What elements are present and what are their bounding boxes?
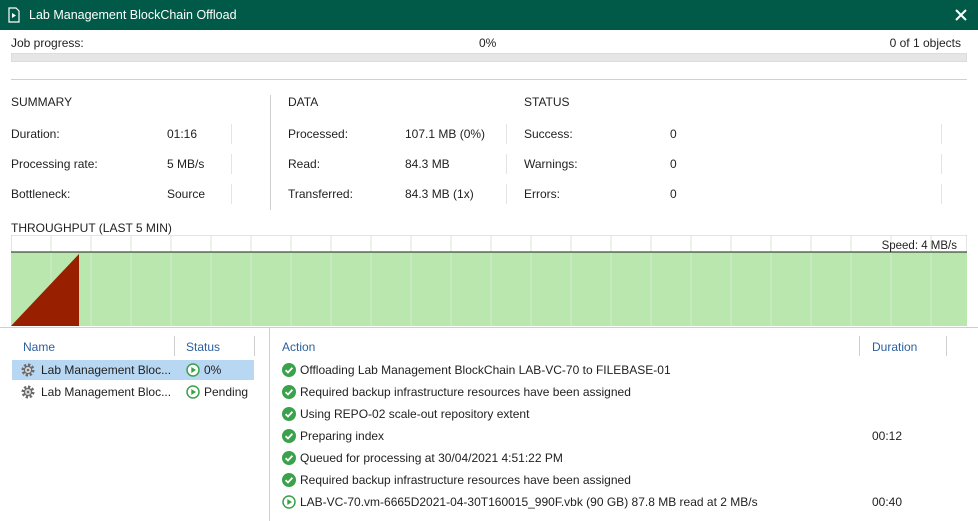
- running-play-icon: [282, 495, 296, 509]
- errors-value: 0: [670, 187, 677, 201]
- processed-value: 107.1 MB (0%): [405, 127, 486, 141]
- throughput-title: THROUGHPUT (LAST 5 MIN): [11, 221, 172, 235]
- section-divider: [270, 95, 271, 210]
- divider: [231, 154, 232, 174]
- column-divider[interactable]: [174, 336, 175, 356]
- action-text: Using REPO-02 scale-out repository exten…: [300, 407, 530, 421]
- divider: [231, 124, 232, 144]
- job-status: Pending: [204, 385, 249, 399]
- success-check-icon: [282, 451, 296, 465]
- action-text: LAB-VC-70.vm-6665D2021-04-30T160015_990F…: [300, 495, 758, 509]
- bottleneck-label: Bottleneck:: [11, 187, 71, 201]
- job-row[interactable]: Lab Management Bloc... 0%: [12, 360, 254, 380]
- name-column-header[interactable]: Name: [23, 340, 55, 354]
- bottleneck-value: Source: [167, 187, 206, 201]
- window-title: Lab Management BlockChain Offload: [29, 8, 237, 22]
- job-progress-label: Job progress:: [11, 36, 84, 50]
- action-row[interactable]: Offloading Lab Management BlockChain LAB…: [282, 361, 972, 381]
- processing-rate-value: 5 MB/s: [167, 157, 205, 171]
- summary-heading: SUMMARY: [11, 95, 73, 109]
- read-label: Read:: [288, 157, 321, 171]
- divider: [941, 184, 942, 204]
- success-check-icon: [282, 429, 296, 443]
- transferred-value: 84.3 MB (1x): [405, 187, 474, 201]
- action-duration: 00:12: [872, 429, 903, 443]
- duration-column-header[interactable]: Duration: [872, 340, 917, 354]
- processed-label: Processed:: [288, 127, 349, 141]
- action-duration: 00:40: [872, 495, 903, 509]
- read-value: 84.3 MB: [405, 157, 450, 171]
- warnings-label: Warnings:: [524, 157, 578, 171]
- pane-separator: [0, 327, 978, 328]
- job-progress-percent: 0%: [479, 36, 497, 50]
- duration-value: 01:16: [167, 127, 198, 141]
- success-value: 0: [670, 127, 677, 141]
- job-name: Lab Management Bloc...: [41, 385, 172, 399]
- transferred-label: Transferred:: [288, 187, 353, 201]
- job-progress-objects: 0 of 1 objects: [889, 36, 961, 50]
- errors-label: Errors:: [524, 187, 560, 201]
- divider: [506, 154, 507, 174]
- job-name: Lab Management Bloc...: [41, 363, 172, 377]
- close-icon[interactable]: [948, 2, 974, 28]
- action-column-header[interactable]: Action: [282, 340, 315, 354]
- speed-label: Speed: 4 MB/s: [882, 240, 958, 252]
- warnings-value: 0: [670, 157, 677, 171]
- action-text: Preparing index: [300, 429, 385, 443]
- divider: [231, 184, 232, 204]
- processing-rate-label: Processing rate:: [11, 157, 98, 171]
- divider: [506, 124, 507, 144]
- gear-icon: [21, 363, 35, 377]
- action-row[interactable]: Preparing index 00:12: [282, 427, 972, 447]
- data-heading: DATA: [288, 95, 319, 109]
- action-text: Queued for processing at 30/04/2021 4:51…: [300, 451, 563, 465]
- throughput-chart: Speed: 4 MB/s: [11, 235, 967, 326]
- divider: [941, 154, 942, 174]
- job-progress-row: Job progress: 0% 0 of 1 objects: [11, 36, 967, 52]
- status-column-header[interactable]: Status: [186, 340, 220, 354]
- running-play-icon: [186, 363, 200, 377]
- divider: [941, 124, 942, 144]
- document-app-icon: [8, 7, 20, 23]
- column-divider[interactable]: [859, 336, 860, 356]
- job-row[interactable]: Lab Management Bloc... Pending: [12, 382, 254, 402]
- pane-splitter[interactable]: [269, 328, 270, 521]
- success-check-icon: [282, 473, 296, 487]
- success-check-icon: [282, 407, 296, 421]
- divider: [506, 184, 507, 204]
- status-heading: STATUS: [524, 95, 570, 109]
- job-progress-bar: [11, 53, 967, 62]
- action-row[interactable]: Queued for processing at 30/04/2021 4:51…: [282, 449, 972, 469]
- success-check-icon: [282, 385, 296, 399]
- action-row[interactable]: Using REPO-02 scale-out repository exten…: [282, 405, 972, 425]
- duration-label: Duration:: [11, 127, 60, 141]
- success-check-icon: [282, 363, 296, 377]
- column-divider[interactable]: [946, 336, 947, 356]
- action-row[interactable]: LAB-VC-70.vm-6665D2021-04-30T160015_990F…: [282, 493, 972, 513]
- success-label: Success:: [524, 127, 573, 141]
- action-row[interactable]: Required backup infrastructure resources…: [282, 383, 972, 403]
- action-row[interactable]: Required backup infrastructure resources…: [282, 471, 972, 491]
- separator: [11, 79, 967, 80]
- action-text: Required backup infrastructure resources…: [300, 385, 631, 399]
- action-text: Required backup infrastructure resources…: [300, 473, 631, 487]
- column-divider[interactable]: [254, 336, 255, 356]
- gear-icon: [21, 385, 35, 399]
- job-status: 0%: [204, 363, 222, 377]
- title-bar: Lab Management BlockChain Offload: [0, 0, 978, 30]
- throughput-area: [11, 252, 967, 326]
- running-play-icon: [186, 385, 200, 399]
- action-text: Offloading Lab Management BlockChain LAB…: [300, 363, 671, 377]
